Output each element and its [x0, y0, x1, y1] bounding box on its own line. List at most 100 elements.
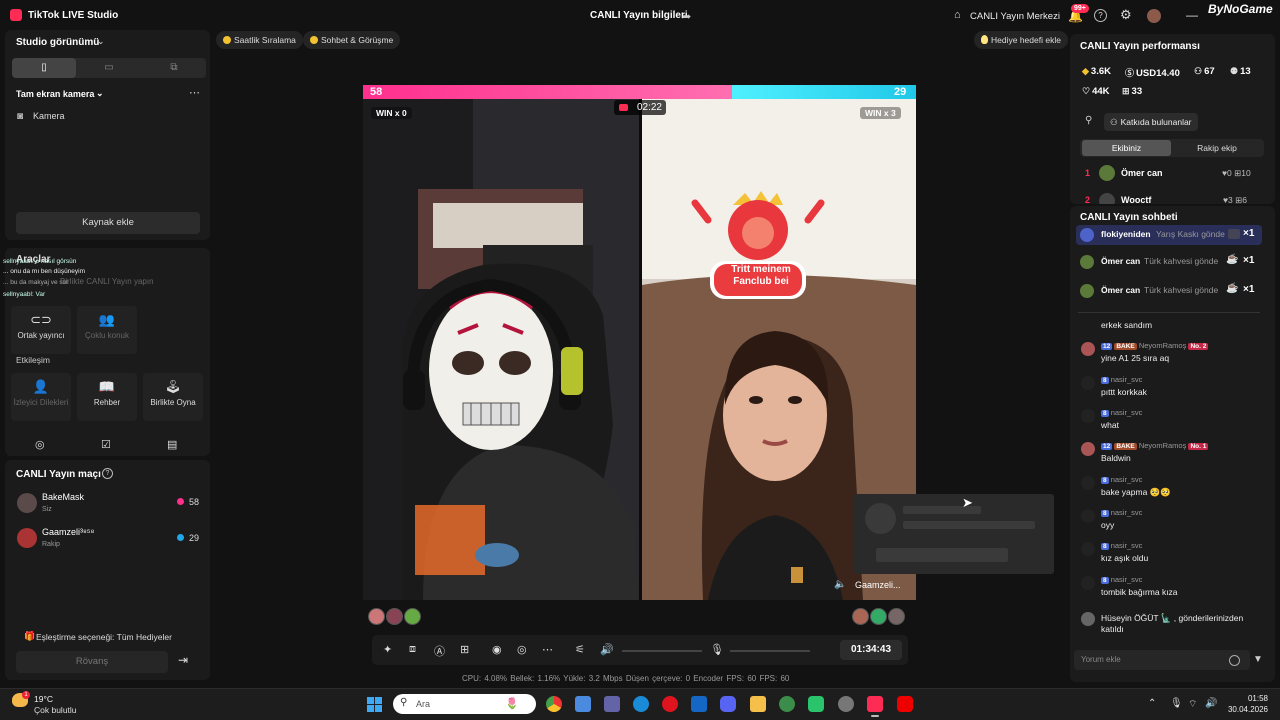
comment-header[interactable]: 8 nasir_svc: [1101, 541, 1142, 550]
matching-preference[interactable]: Eşleştirme seçeneği: Tüm Hediyeler: [36, 632, 172, 642]
commenter-avatar[interactable]: [1081, 442, 1095, 456]
filter-icon[interactable]: ▼: [1253, 654, 1263, 665]
commenter-avatar[interactable]: [1081, 509, 1095, 523]
add-media-icon[interactable]: ⊞: [460, 643, 469, 656]
tab-rival-team[interactable]: Rakip ekip: [1172, 140, 1262, 156]
comment-header[interactable]: 8 nasir_svc: [1101, 375, 1142, 384]
magic-wand-icon[interactable]: ✦: [383, 643, 392, 656]
scene-title[interactable]: Tam ekran kamera: [16, 89, 94, 99]
commenter-avatar[interactable]: [1081, 542, 1095, 556]
youtube-icon[interactable]: [897, 696, 913, 712]
file-explorer-icon[interactable]: [750, 696, 766, 712]
comment-input[interactable]: Yorum ekle: [1074, 650, 1250, 670]
comment-header[interactable]: 8 nasir_svc: [1101, 408, 1142, 417]
landscape-layout-button[interactable]: ▭: [77, 58, 141, 78]
commenter-avatar[interactable]: [1081, 376, 1095, 390]
capture-icon[interactable]: ◎: [517, 643, 527, 656]
hourly-ranking-pill[interactable]: Saatlik Sıralama: [216, 31, 303, 49]
clock-date[interactable]: 30.04.2026: [1222, 705, 1268, 714]
more-options-icon[interactable]: ⋯: [189, 86, 200, 99]
gear-icon[interactable]: ⚙: [1120, 7, 1132, 23]
obs-icon[interactable]: [838, 696, 854, 712]
tab-our-team[interactable]: Ekibiniz: [1082, 140, 1171, 156]
gifter-avatar[interactable]: [870, 608, 887, 625]
chrome-icon[interactable]: [546, 696, 562, 712]
microphone-icon[interactable]: 🎙: [710, 643, 724, 656]
chevron-down-icon[interactable]: ⌄: [96, 88, 104, 99]
camera-source[interactable]: Kamera: [33, 111, 65, 121]
home-icon[interactable]: ⌂: [954, 9, 961, 21]
volume-slider[interactable]: [622, 650, 702, 652]
commenter-avatar[interactable]: [1081, 409, 1095, 423]
tiktok-live-icon[interactable]: [867, 696, 883, 712]
scene-switch-icon[interactable]: ⧈: [409, 643, 416, 656]
checklist-icon[interactable]: ☑: [101, 438, 111, 451]
commenter-avatar[interactable]: [1081, 576, 1095, 590]
play-together-button[interactable]: 🕹 Birlikte Oyna: [143, 373, 203, 421]
share-icon[interactable]: ➦: [682, 10, 691, 23]
temperature[interactable]: 19°C: [34, 694, 53, 704]
chevron-down-icon[interactable]: ⌄: [97, 36, 105, 47]
multi-guest-button[interactable]: 👥 Çoklu konuk: [77, 306, 137, 354]
speaker-icon[interactable]: 🔈: [834, 579, 846, 590]
guide-button[interactable]: 📖 Rehber: [77, 373, 137, 421]
dual-layout-button[interactable]: ⧉: [142, 58, 206, 78]
volume-icon[interactable]: 🔊: [600, 643, 614, 656]
help-icon[interactable]: ?: [1094, 9, 1107, 22]
target-icon[interactable]: ◎: [35, 438, 45, 451]
comment-header[interactable]: 8 nasir_svc: [1101, 475, 1142, 484]
audio-mixer-icon[interactable]: ⚟: [575, 643, 585, 656]
opera-icon[interactable]: [662, 696, 678, 712]
gifter-avatar[interactable]: [888, 608, 905, 625]
teams-icon[interactable]: [604, 696, 620, 712]
contributor-name[interactable]: Ömer can: [1121, 168, 1163, 178]
add-source-button[interactable]: Kaynak ekle: [16, 212, 200, 234]
cohost-button[interactable]: ⊂⊃ Ortak yayıncı: [11, 306, 71, 354]
right-top-gifters[interactable]: [852, 608, 906, 626]
emoji-icon[interactable]: [1229, 655, 1240, 666]
minimize-icon[interactable]: —: [1186, 8, 1198, 22]
add-user-icon[interactable]: ⚲: [1085, 115, 1092, 126]
wifi-icon[interactable]: ⌔: [1188, 698, 1197, 711]
microphone-icon[interactable]: 🎙: [1170, 698, 1183, 709]
inbox-icon[interactable]: ▤: [167, 438, 177, 451]
gifter-avatar[interactable]: [404, 608, 421, 625]
clock-time[interactable]: 01:58: [1222, 694, 1268, 703]
windows-start-icon[interactable]: [367, 697, 382, 712]
profile-avatar[interactable]: [1147, 9, 1161, 23]
chat-call-pill[interactable]: Sohbet & Görüşme: [303, 31, 401, 49]
outlook-icon[interactable]: [691, 696, 707, 712]
comment-header[interactable]: 12 BAKE NeyomRamoş No. 2: [1101, 341, 1209, 350]
contributors-button[interactable]: ⚇ Katkıda bulunanlar: [1104, 113, 1198, 131]
chrome-profile-icon[interactable]: [779, 696, 795, 712]
mic-slider[interactable]: [730, 650, 810, 652]
gifter-avatar[interactable]: [852, 608, 869, 625]
left-top-gifters[interactable]: [368, 608, 422, 626]
commenter-avatar[interactable]: [1081, 342, 1095, 356]
opponent-label[interactable]: Gaamzeli...: [855, 580, 901, 590]
store-icon[interactable]: [575, 696, 591, 712]
discord-icon[interactable]: [720, 696, 736, 712]
portrait-layout-button[interactable]: ▯: [12, 58, 76, 78]
chevron-up-icon[interactable]: ⌃: [1148, 698, 1156, 709]
record-icon[interactable]: ◉: [492, 643, 502, 656]
live-info-title[interactable]: CANLI Yayın bilgileri: [590, 10, 688, 21]
weather-condition[interactable]: Çok bulutlu: [34, 705, 77, 715]
viewer-requests-button[interactable]: 👤 İzleyici Dilekleri: [11, 373, 71, 421]
volume-icon[interactable]: 🔊: [1205, 698, 1217, 709]
ai-effect-icon[interactable]: Ⓐ: [434, 643, 445, 659]
green-app-icon[interactable]: [808, 696, 824, 712]
comment-header[interactable]: 8 nasir_svc: [1101, 575, 1142, 584]
gift-goal-button[interactable]: Hediye hedefi ekle: [974, 31, 1068, 49]
exit-match-icon[interactable]: ⇥: [178, 653, 188, 667]
more-icon[interactable]: ⋯: [542, 643, 553, 656]
studio-view-title[interactable]: Studio görünümü: [16, 37, 99, 48]
rematch-button[interactable]: Rövanş: [16, 651, 168, 673]
gifter-avatar[interactable]: [386, 608, 403, 625]
help-icon[interactable]: ?: [102, 468, 113, 479]
edge-icon[interactable]: [633, 696, 649, 712]
commenter-avatar[interactable]: [1081, 476, 1095, 490]
gifter-avatar[interactable]: [368, 608, 385, 625]
live-hub-link[interactable]: CANLI Yayın Merkezi: [970, 11, 1060, 22]
comment-header[interactable]: 8 nasir_svc: [1101, 508, 1142, 517]
